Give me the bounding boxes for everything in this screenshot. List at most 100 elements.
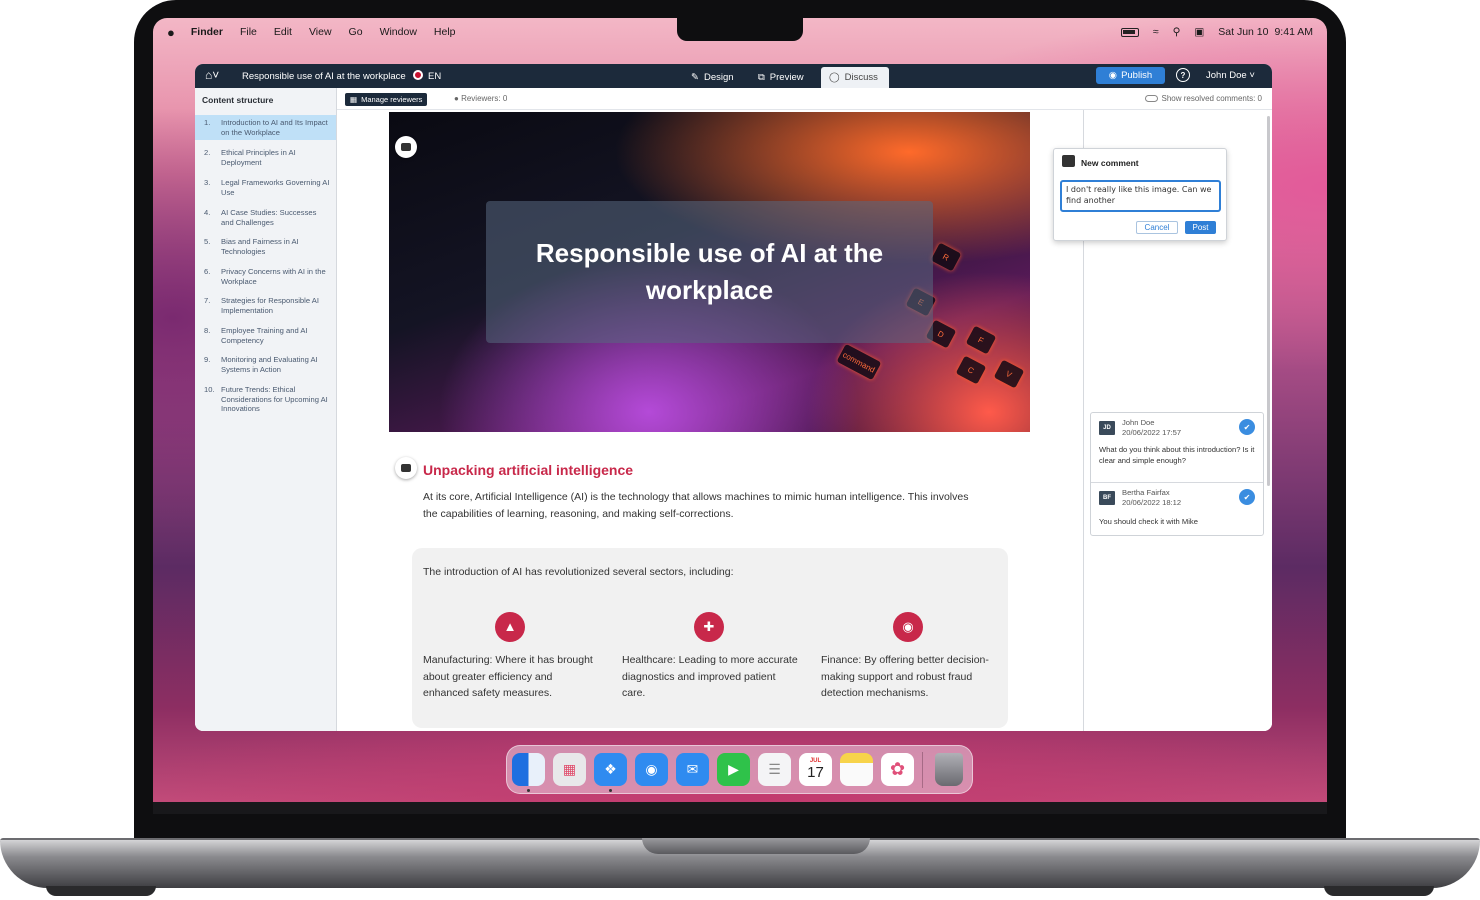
sidebar-item-3[interactable]: 3. Legal Frameworks Governing AI Use xyxy=(195,175,336,200)
user-menu[interactable]: John Doe ˅ xyxy=(1206,70,1255,81)
new-comment-title: New comment xyxy=(1081,158,1139,168)
help-icon[interactable]: ? xyxy=(1176,68,1190,82)
app-window: ⌂˅ Responsible use of AI at the workplac… xyxy=(195,64,1272,731)
menu-help[interactable]: Help xyxy=(434,26,456,38)
sidebar-item-9[interactable]: 9. Monitoring and Evaluating AI Systems i… xyxy=(195,352,336,377)
notes-icon[interactable] xyxy=(840,753,873,786)
comment-item: JD John Doe 20/06/2022 17:57 ✔ What do yo… xyxy=(1091,413,1263,483)
comments-scrollbar[interactable] xyxy=(1267,116,1270,486)
sidebar-item-2[interactable]: 2. Ethical Principles in AI Deployment xyxy=(195,145,336,170)
language-label[interactable]: EN xyxy=(428,71,441,82)
tab-discuss[interactable]: ◯ Discuss xyxy=(821,67,889,88)
trash-icon[interactable] xyxy=(935,753,963,786)
sidebar-item-8[interactable]: 8. Employee Training and AI Competency xyxy=(195,323,336,348)
menu-window[interactable]: Window xyxy=(380,26,417,38)
laptop-foot-right xyxy=(1324,886,1434,896)
show-resolved-toggle[interactable]: Show resolved comments: 0 xyxy=(1144,94,1263,103)
tab-design[interactable]: ✎ Design xyxy=(683,67,742,88)
user-name: John Doe xyxy=(1206,70,1247,81)
thumbs-up-icon[interactable]: ✔ xyxy=(1239,489,1255,505)
comment-text: What do you think about this introductio… xyxy=(1099,445,1255,465)
wifi-icon[interactable]: ≈ xyxy=(1153,26,1159,38)
cancel-button[interactable]: Cancel xyxy=(1136,221,1178,234)
comment-meta: Bertha Fairfax 20/06/2022 18:12 xyxy=(1122,488,1181,507)
comment-textarea[interactable]: I don't really like this image. Can we f… xyxy=(1060,180,1221,212)
menu-file[interactable]: File xyxy=(240,26,257,38)
running-indicator xyxy=(609,789,612,792)
control-center-icon[interactable]: ▣ xyxy=(1194,26,1204,38)
comment-marker-icon[interactable] xyxy=(395,136,417,158)
document-title-text: Responsible use of AI at the workplace xyxy=(242,71,406,82)
preview-icon: ⧉ xyxy=(758,72,765,83)
tab-preview[interactable]: ⧉ Preview xyxy=(750,67,812,88)
show-resolved-label: Show resolved comments: 0 xyxy=(1161,94,1263,103)
item-number: 9. xyxy=(204,355,211,364)
sector-text: Healthcare: Leading to more accurate dia… xyxy=(622,654,798,699)
mail-icon[interactable]: ✉ xyxy=(676,753,709,786)
sidebar-item-7[interactable]: 7. Strategies for Responsible AI Implemen… xyxy=(195,293,336,318)
menu-app-name[interactable]: Finder xyxy=(191,26,223,38)
sidebar-item-6[interactable]: 6. Privacy Concerns with AI in the Workpl… xyxy=(195,264,336,289)
home-icon[interactable]: ⌂˅ xyxy=(205,68,219,82)
sidebar-item-10[interactable]: 10. Future Trends: Ethical Considerations… xyxy=(195,382,336,417)
finder-icon[interactable] xyxy=(512,753,545,786)
comment-author: Bertha Fairfax xyxy=(1122,488,1170,497)
item-number: 3. xyxy=(204,178,211,187)
launchpad-icon[interactable]: ▦ xyxy=(553,753,586,786)
spotlight-search-icon[interactable]: ⚲ xyxy=(1173,26,1181,38)
post-button[interactable]: Post xyxy=(1185,221,1216,234)
comment-marker-icon[interactable] xyxy=(395,457,417,479)
menubar-time[interactable]: 9:41 AM xyxy=(1274,26,1313,38)
manage-reviewers-button[interactable]: ▦ Manage reviewers xyxy=(345,93,428,106)
comment-meta: John Doe 20/06/2022 17:57 xyxy=(1122,418,1181,437)
calendar-day: 17 xyxy=(807,764,824,781)
laptop-chin xyxy=(153,802,1327,814)
toggle-switch-icon[interactable] xyxy=(1144,95,1158,102)
section-paragraph: At its core, Artificial Intelligence (AI… xyxy=(423,491,969,520)
tab-design-label: Design xyxy=(703,72,734,83)
sidebar-item-4[interactable]: 4. AI Case Studies: Successes and Challen… xyxy=(195,205,336,230)
hardhat-icon: ▲ xyxy=(495,612,525,642)
keyboard-key: R xyxy=(930,242,962,272)
calendar-icon[interactable]: JUL 17 xyxy=(799,753,832,786)
uk-flag-icon xyxy=(413,70,424,80)
comment-item: BF Bertha Fairfax 20/06/2022 18:12 ✔ You … xyxy=(1091,483,1263,535)
item-label: AI Case Studies: Successes and Challenge… xyxy=(221,208,317,227)
piggy-bank-icon: ◉ xyxy=(893,612,923,642)
publish-button[interactable]: ◉ Publish xyxy=(1096,67,1165,84)
keyboard-key: C xyxy=(955,355,987,385)
item-label: Monitoring and Evaluating AI Systems in … xyxy=(221,355,318,374)
menubar-date[interactable]: Sat Jun 10 xyxy=(1218,26,1268,38)
add-comment-icon xyxy=(1062,155,1075,167)
reviewers-count-text: Reviewers: 0 xyxy=(461,94,508,103)
comment-date: 20/06/2022 17:57 xyxy=(1122,427,1182,437)
sidebar-item-5[interactable]: 5. Bias and Fairness in AI Technologies xyxy=(195,234,336,259)
item-label: Bias and Fairness in AI Technologies xyxy=(221,237,299,256)
running-indicator xyxy=(527,789,530,792)
laptop-foot-left xyxy=(46,886,156,896)
item-label: Introduction to AI and Its Impact on the… xyxy=(221,118,328,137)
menu-go[interactable]: Go xyxy=(349,26,363,38)
apple-logo-icon[interactable]: ● xyxy=(167,25,175,40)
messages-icon[interactable]: ◉ xyxy=(635,753,668,786)
safari-icon[interactable]: ❖ xyxy=(594,753,627,786)
hero-image[interactable]: R E D C F V command Responsible use of A… xyxy=(389,112,1030,432)
reminders-icon[interactable]: ☰ xyxy=(758,753,791,786)
facetime-icon[interactable]: ▶ xyxy=(717,753,750,786)
reviewers-icon: ▦ xyxy=(350,95,358,104)
item-label: Strategies for Responsible AI Implementa… xyxy=(221,296,319,315)
sector-text: Finance: By offering better decision-mak… xyxy=(821,654,989,699)
thumbs-up-icon[interactable]: ✔ xyxy=(1239,419,1255,435)
document-title: Responsible use of AI at the workplace E… xyxy=(242,70,441,82)
sidebar-item-1[interactable]: 1. Introduction to AI and Its Impact on t… xyxy=(195,115,336,140)
publish-icon: ◉ xyxy=(1108,70,1118,81)
item-label: Future Trends: Ethical Considerations fo… xyxy=(221,385,328,413)
battery-icon[interactable] xyxy=(1120,27,1139,37)
menu-edit[interactable]: Edit xyxy=(274,26,292,38)
item-number: 4. xyxy=(204,208,211,217)
tab-discuss-label: Discuss xyxy=(844,72,878,83)
avatar: BF xyxy=(1099,491,1115,505)
photos-icon[interactable]: ✿ xyxy=(881,753,914,786)
sector-healthcare: ✚ Healthcare: Leading to more accurate d… xyxy=(622,612,798,702)
menu-view[interactable]: View xyxy=(309,26,332,38)
